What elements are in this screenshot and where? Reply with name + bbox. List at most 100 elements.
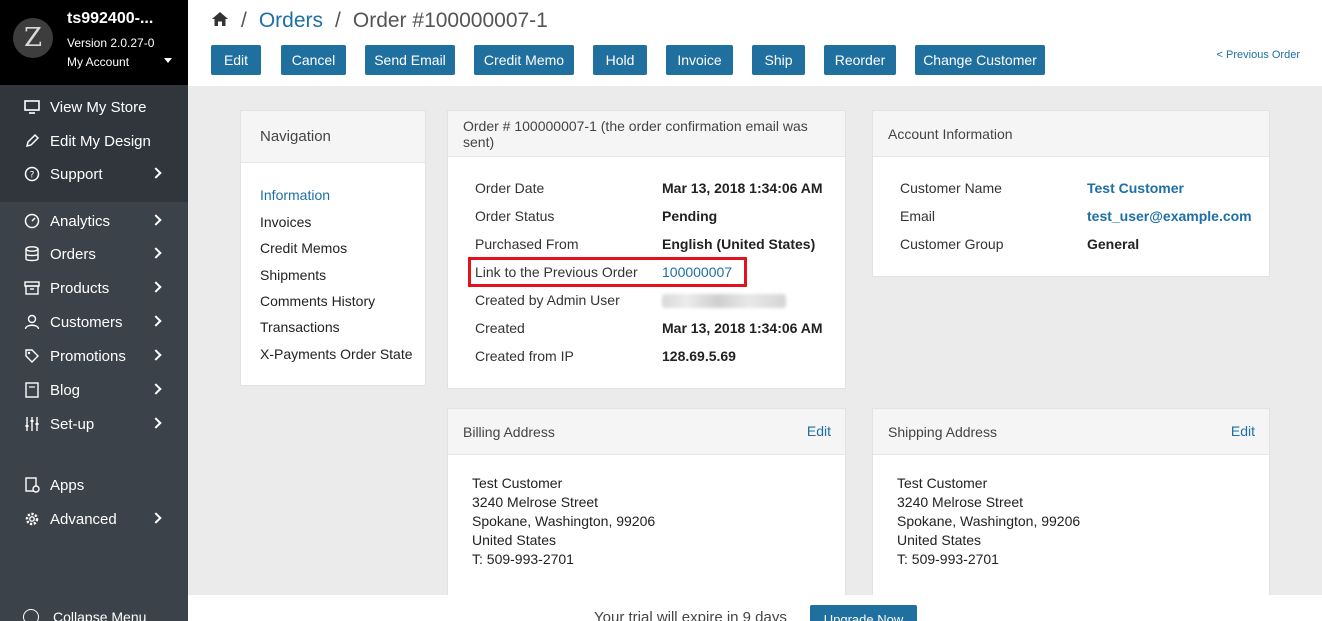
sidebar-header: Z ts992400-... Version 2.0.27-0 My Accou… bbox=[0, 0, 188, 85]
sidebar-item-edit-my-design[interactable]: Edit My Design bbox=[0, 126, 188, 156]
upgrade-now-button[interactable]: Upgrade Now bbox=[810, 605, 917, 621]
billing-address: Test Customer 3240 Melrose Street Spokan… bbox=[472, 474, 655, 569]
sidebar-item-apps[interactable]: Apps bbox=[0, 470, 188, 500]
address-line: T: 509-993-2701 bbox=[472, 551, 574, 567]
invoice-button[interactable]: Invoice bbox=[666, 45, 733, 75]
database-icon bbox=[23, 245, 41, 263]
sidebar-item-analytics[interactable]: Analytics bbox=[0, 206, 188, 236]
credit-memo-button[interactable]: Credit Memo bbox=[474, 45, 574, 75]
sidebar-item-orders[interactable]: Orders bbox=[0, 239, 188, 269]
breadcrumb-separator: / bbox=[241, 9, 247, 32]
my-account-dropdown[interactable]: My Account bbox=[67, 55, 172, 69]
nav-link-information[interactable]: Information bbox=[260, 187, 330, 203]
hold-button[interactable]: Hold bbox=[593, 45, 647, 75]
email-link[interactable]: test_user@example.com bbox=[1087, 208, 1252, 224]
chevron-right-icon bbox=[150, 383, 162, 395]
created-label: Created bbox=[475, 320, 525, 336]
sidebar-item-set-up[interactable]: Set-up bbox=[0, 409, 188, 439]
change-customer-button[interactable]: Change Customer bbox=[915, 45, 1045, 75]
sidebar-item-label: Promotions bbox=[50, 347, 126, 365]
edit-button[interactable]: Edit bbox=[211, 45, 261, 75]
gear-icon bbox=[23, 510, 41, 528]
shipping-panel-title: Shipping Address bbox=[888, 423, 997, 440]
address-line: United States bbox=[472, 532, 557, 548]
store-name: ts992400-... bbox=[67, 10, 154, 27]
account-row: Email test_user@example.com bbox=[873, 208, 1269, 228]
address-line: Spokane, Washington, 99206 bbox=[472, 513, 656, 529]
reorder-button[interactable]: Reorder bbox=[824, 45, 896, 75]
customer-group-value: General bbox=[1087, 236, 1140, 252]
collapse-arrow-icon bbox=[23, 609, 39, 621]
order-row: Order Date Mar 13, 2018 1:34:06 AM bbox=[448, 180, 845, 200]
billing-address-panel: Billing Address Edit Test Customer 3240 … bbox=[447, 408, 846, 608]
nav-link-shipments[interactable]: Shipments bbox=[260, 267, 326, 283]
chevron-right-icon bbox=[150, 214, 162, 226]
customer-name-link[interactable]: Test Customer bbox=[1087, 180, 1184, 196]
order-row: Created Mar 13, 2018 1:34:06 AM bbox=[448, 320, 845, 340]
sidebar-item-promotions[interactable]: Promotions bbox=[0, 341, 188, 371]
previous-order-link[interactable]: < Previous Order bbox=[1217, 49, 1300, 61]
sidebar-item-label: Apps bbox=[50, 476, 85, 494]
order-info-panel: Order # 100000007-1 (the order confirmat… bbox=[447, 110, 846, 389]
shipping-edit-link[interactable]: Edit bbox=[1231, 423, 1255, 439]
purchased-from-value: English (United States) bbox=[662, 236, 816, 252]
page-header: / Orders / Order #100000007-1 Edit Cance… bbox=[188, 0, 1322, 86]
collapse-menu-label: Collapse Menu bbox=[53, 609, 147, 621]
chevron-right-icon bbox=[150, 247, 162, 259]
send-email-button[interactable]: Send Email bbox=[365, 45, 455, 75]
home-icon[interactable] bbox=[211, 9, 229, 33]
order-row: Created from IP 128.69.5.69 bbox=[448, 348, 845, 368]
customer-group-label: Customer Group bbox=[900, 236, 1004, 252]
chevron-right-icon bbox=[150, 281, 162, 293]
version-label: Version 2.0.27-0 bbox=[67, 36, 155, 50]
order-row: Purchased From English (United States) bbox=[448, 236, 845, 256]
chevron-right-icon bbox=[150, 512, 162, 524]
collapse-menu-button[interactable]: Collapse Menu bbox=[23, 609, 146, 621]
breadcrumb: / Orders / Order #100000007-1 bbox=[211, 8, 548, 34]
sidebar-item-view-my-store[interactable]: View My Store bbox=[0, 92, 188, 122]
highlight-box bbox=[468, 257, 747, 287]
billing-panel-header: Billing Address Edit bbox=[448, 409, 845, 455]
address-line: 3240 Melrose Street bbox=[472, 494, 599, 510]
sidebar-item-label: View My Store bbox=[50, 98, 147, 116]
nav-link-comments-history[interactable]: Comments History bbox=[260, 293, 375, 309]
email-label: Email bbox=[900, 208, 936, 224]
shipping-address: Test Customer 3240 Melrose Street Spokan… bbox=[897, 474, 1080, 569]
order-date-value: Mar 13, 2018 1:34:06 AM bbox=[662, 180, 823, 196]
order-panel-title: Order # 100000007-1 (the order confirmat… bbox=[448, 111, 845, 157]
nav-link-invoices[interactable]: Invoices bbox=[260, 214, 311, 230]
purchased-from-label: Purchased From bbox=[475, 236, 579, 252]
cancel-button[interactable]: Cancel bbox=[281, 45, 346, 75]
sidebar-item-advanced[interactable]: Advanced bbox=[0, 504, 188, 534]
pencil-icon bbox=[23, 132, 41, 150]
nav-link-transactions[interactable]: Transactions bbox=[260, 319, 340, 335]
nav-link-x-payments-order-state[interactable]: X-Payments Order State bbox=[260, 346, 413, 362]
created-value: Mar 13, 2018 1:34:06 AM bbox=[662, 320, 823, 336]
shipping-address-panel: Shipping Address Edit Test Customer 3240… bbox=[872, 408, 1270, 608]
address-line: T: 509-993-2701 bbox=[897, 551, 999, 567]
sidebar-item-label: Customers bbox=[50, 313, 123, 331]
account-row: Customer Group General bbox=[873, 236, 1269, 256]
nav-link-credit-memos[interactable]: Credit Memos bbox=[260, 240, 347, 256]
sidebar: Z ts992400-... Version 2.0.27-0 My Accou… bbox=[0, 0, 188, 621]
sidebar-item-blog[interactable]: Blog bbox=[0, 375, 188, 405]
store-logo[interactable]: Z bbox=[13, 18, 53, 58]
caret-down-icon bbox=[164, 58, 172, 63]
sidebar-item-label: Support bbox=[50, 165, 103, 183]
chevron-right-icon bbox=[150, 315, 162, 327]
sidebar-item-support[interactable]: ? Support bbox=[0, 159, 188, 189]
user-icon bbox=[23, 313, 41, 331]
tag-icon bbox=[23, 347, 41, 365]
sidebar-item-products[interactable]: Products bbox=[0, 273, 188, 303]
redacted-admin-user bbox=[662, 294, 786, 308]
billing-edit-link[interactable]: Edit bbox=[807, 423, 831, 439]
trial-expiry-text: Your trial will expire in 9 days bbox=[594, 609, 787, 621]
breadcrumb-orders-link[interactable]: Orders bbox=[259, 9, 323, 33]
customer-name-label: Customer Name bbox=[900, 180, 1002, 196]
account-row: Customer Name Test Customer bbox=[873, 180, 1269, 200]
ship-button[interactable]: Ship bbox=[752, 45, 805, 75]
created-from-ip-value: 128.69.5.69 bbox=[662, 348, 736, 364]
billing-panel-title: Billing Address bbox=[463, 423, 555, 440]
help-circle-icon: ? bbox=[23, 165, 41, 183]
sidebar-item-customers[interactable]: Customers bbox=[0, 307, 188, 337]
